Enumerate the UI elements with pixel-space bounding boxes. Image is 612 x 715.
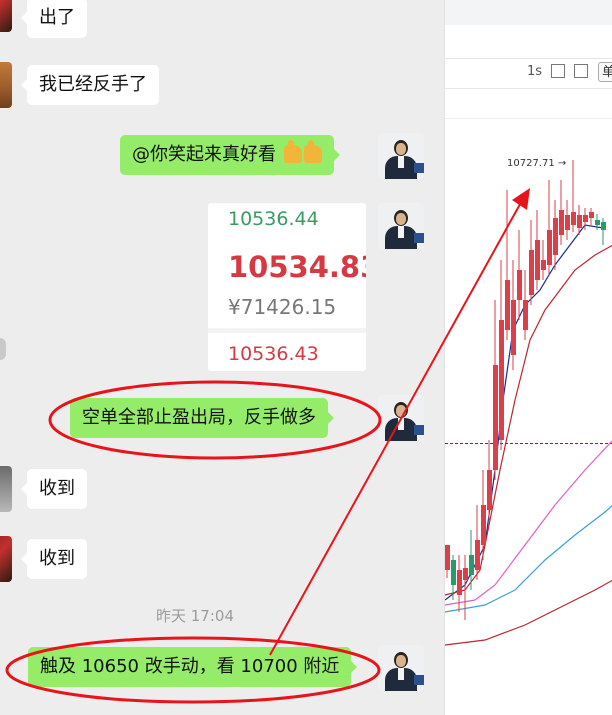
annotation-overlay	[5, 188, 530, 704]
annotation-arrow-line	[269, 196, 525, 656]
annotation-arrowhead	[512, 188, 530, 210]
highlight-ellipse	[48, 380, 382, 460]
highlight-ellipse	[5, 636, 381, 704]
